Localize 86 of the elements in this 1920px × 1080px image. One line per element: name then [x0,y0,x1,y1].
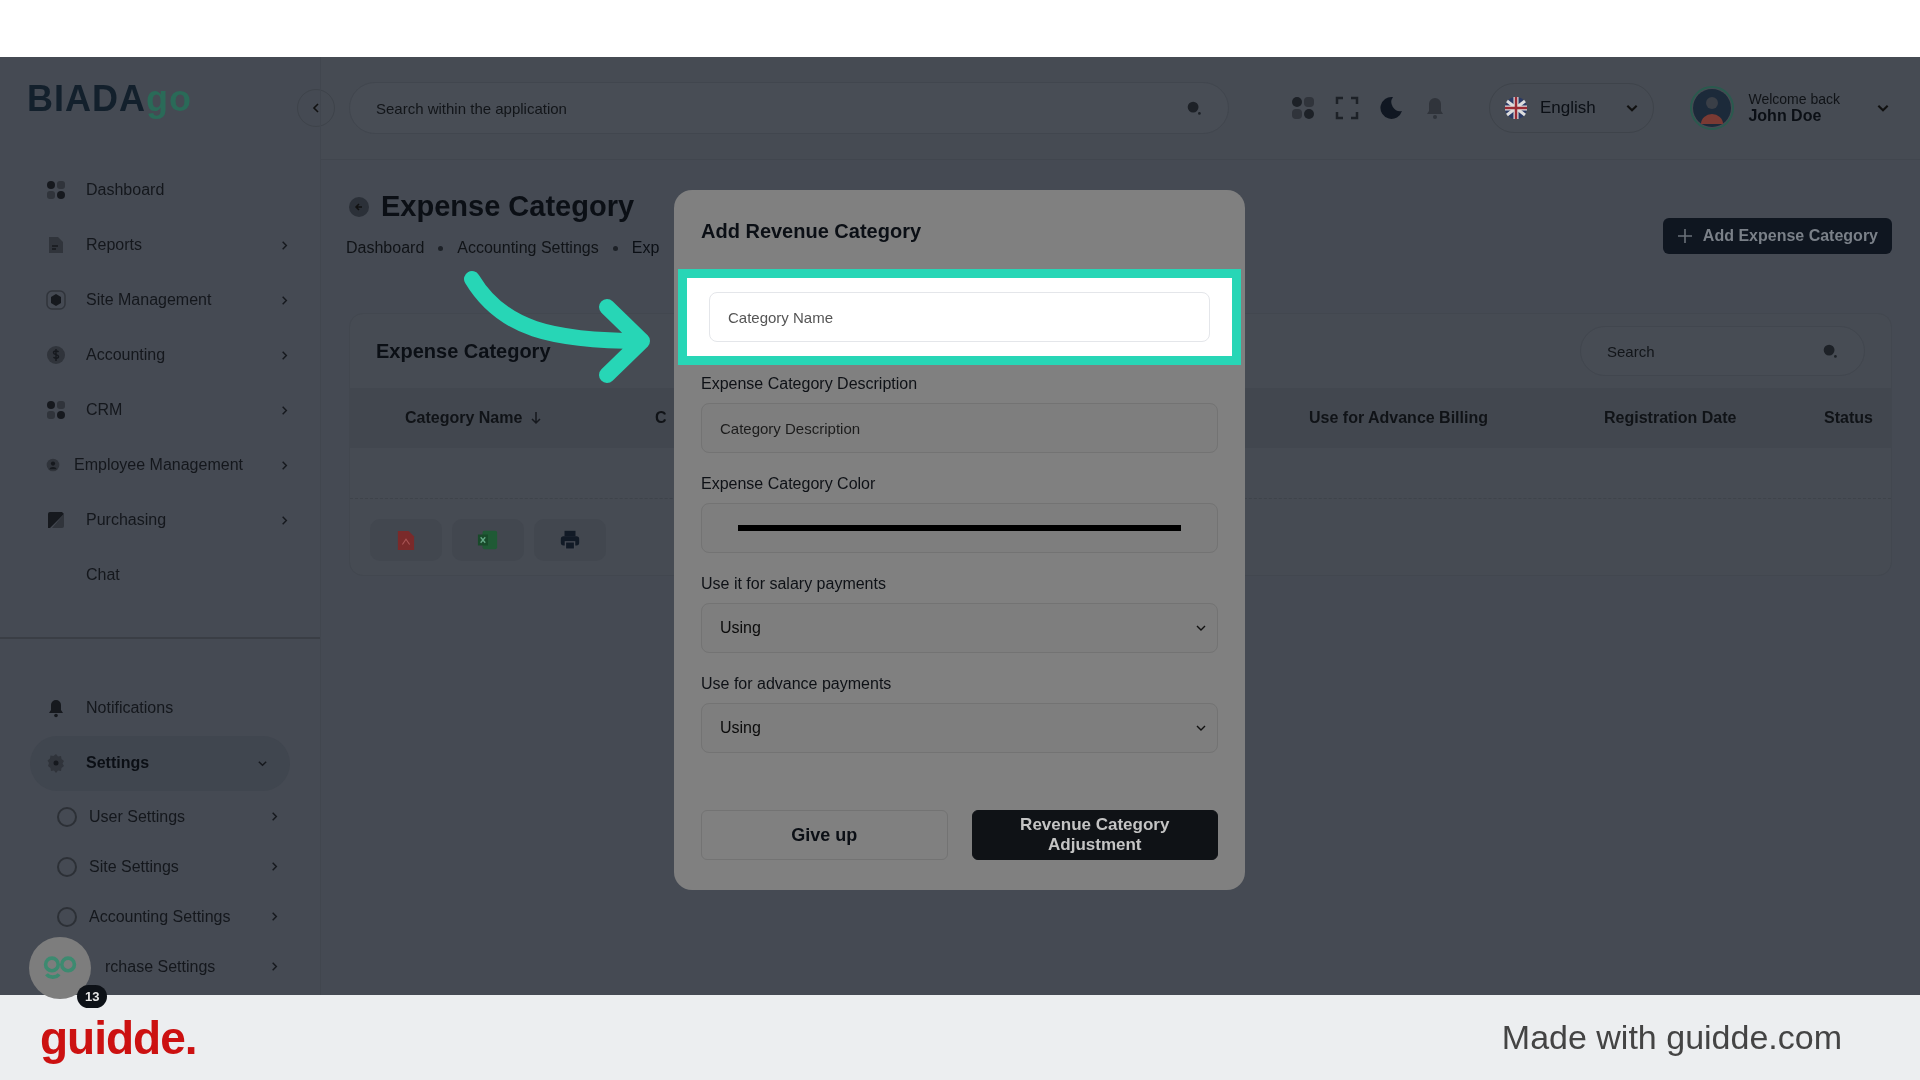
column-header[interactable]: Use for Advance Billing [1309,409,1488,427]
chevron-icon [269,911,280,923]
add-category-button[interactable]: Add Expense Category [1662,218,1892,254]
back-icon[interactable] [349,196,369,217]
select-field[interactable]: Using [701,703,1218,753]
bell-icon [46,698,66,719]
print-button[interactable] [534,519,606,561]
sidebar-item[interactable]: CRM [46,382,290,438]
sidebar-subitem[interactable]: Site Settings [30,848,290,885]
sidebar-item[interactable]: Reports [46,217,290,273]
column-header[interactable]: C [655,409,667,427]
dialog-title: Add Revenue Category [701,220,923,243]
person-icon [46,458,60,473]
card-title: Expense Category [376,339,551,363]
submit-button[interactable]: Revenue Category Adjustment [971,810,1218,860]
gear-icon [46,753,66,774]
sidebar-subitem[interactable]: rchase Settings [93,948,290,985]
search-field[interactable]: Search [1580,326,1865,376]
moon-icon[interactable] [1379,96,1403,120]
chevron-icon [279,294,290,306]
separator-dot [438,245,444,251]
sidebar-item[interactable]: Site Management [46,272,290,328]
field-label: Use for advance payments [701,675,893,693]
printer-icon [559,529,581,551]
apps-icon[interactable] [1291,96,1315,120]
tag-icon [46,510,66,531]
plus-icon [1676,228,1693,244]
cancel-button[interactable]: Give up [701,810,948,860]
column-header[interactable]: Registration Date [1604,409,1737,427]
circle-icon [57,856,77,877]
sort-arrow-icon[interactable] [530,411,543,425]
fullscreen-icon[interactable] [1335,96,1359,120]
flag-icon [1504,96,1528,120]
chevron-icon [279,404,290,416]
column-header[interactable]: Status [1824,409,1873,427]
column-header[interactable]: Category Name [405,409,523,427]
sidebar-item[interactable]: Accounting [46,327,290,383]
grid-icon [46,400,66,421]
chevron-icon [269,961,280,973]
breadcrumb-link[interactable]: Exp [631,239,660,257]
chevron-icon [269,861,280,873]
user-name: John Doe [1748,107,1823,125]
pdf-file-icon [397,529,415,551]
breadcrumb-link[interactable]: Dashboard [346,239,425,257]
spreadsheet-icon [477,529,499,551]
chevron-icon [279,514,290,526]
breadcrumb-link[interactable]: Accounting Settings [457,239,599,257]
circle-icon [57,806,77,827]
excel-export-button[interactable] [452,519,524,561]
document-icon [46,235,66,256]
dollar-icon [46,345,66,366]
chevron-icon [269,811,280,823]
color-field[interactable] [701,503,1218,553]
chevron-icon [279,349,290,361]
count-badge: 13 [77,985,108,1008]
search-icon [1821,342,1839,360]
field-label: Expense Category Description [701,375,919,393]
sidebar-subitem[interactable]: User Settings [30,798,290,835]
input-field[interactable]: Category Description [701,403,1218,453]
greeting-text: Welcome back [1748,91,1840,107]
sidebar-item[interactable]: Chat [46,547,290,603]
sidebar-subitem[interactable]: Accounting Settings [30,898,290,935]
chevron-icon [279,239,290,251]
select-field[interactable]: Using [701,603,1218,653]
go-logo-icon [42,954,78,982]
field-label: Expense Category Color [701,475,877,493]
field-label: Use it for salary payments [701,575,887,593]
brand-logo: guidde. [40,1010,197,1065]
page-title: Expense Category [381,190,635,223]
cube-icon [46,290,66,311]
pdf-export-button[interactable] [370,519,442,561]
sidebar-item[interactable]: Settings [30,735,290,791]
chevron-icon [279,459,290,471]
sidebar-item[interactable]: Notifications [30,680,290,736]
language-select[interactable]: English [1489,83,1654,133]
grid-icon [46,180,66,201]
sidebar-item[interactable]: Employee Management [46,437,290,493]
separator-dot [612,245,618,251]
credit-text: Made with guidde.com [1501,1018,1842,1057]
circle-icon [57,906,77,927]
sidebar-item[interactable]: Purchasing [46,492,290,548]
chevron-left-icon [310,102,322,114]
avatar-icon[interactable] [1690,86,1735,130]
sidebar-item[interactable]: Dashboard [46,162,290,218]
search-field[interactable]: Search within the application [349,82,1229,134]
search-icon [1185,99,1203,117]
